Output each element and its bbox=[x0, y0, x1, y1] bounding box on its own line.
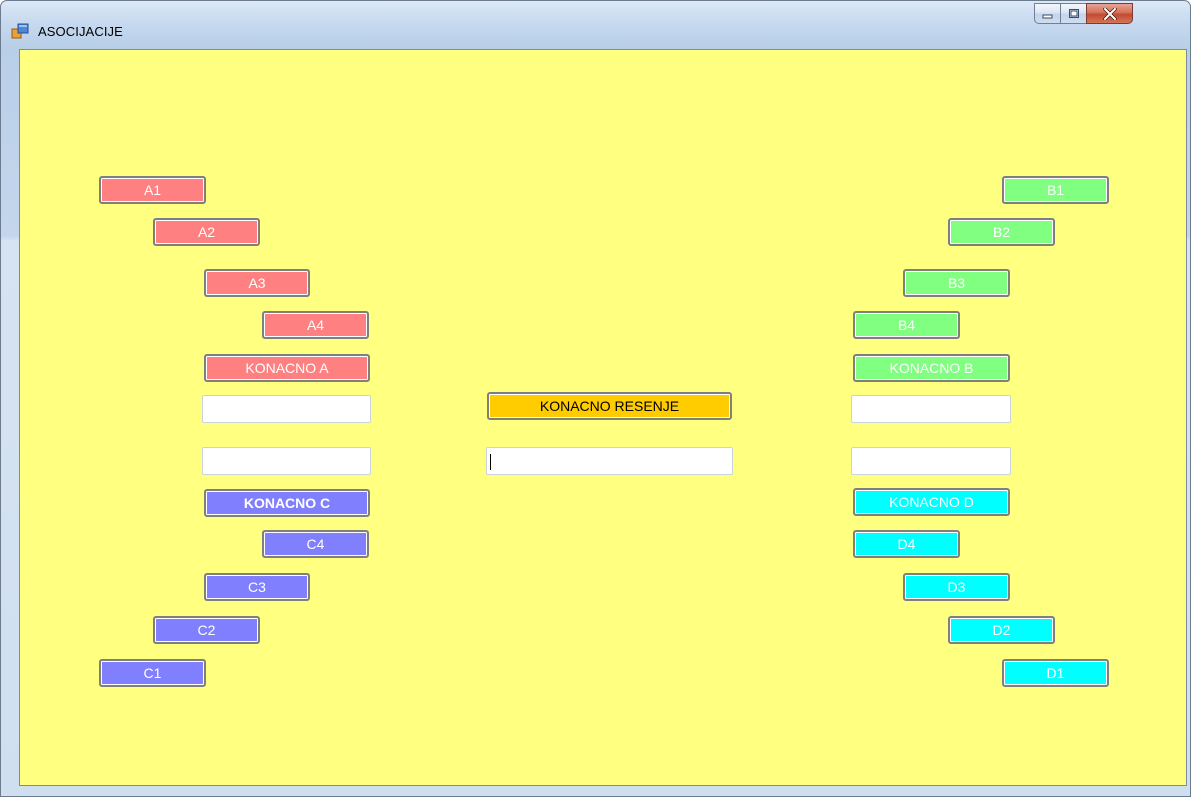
final-c-button[interactable]: KONACNO C bbox=[204, 489, 370, 517]
app-icon bbox=[11, 23, 29, 39]
field-c4[interactable]: C4 bbox=[262, 530, 369, 558]
field-a1[interactable]: A1 bbox=[99, 176, 206, 204]
final-solution-button[interactable]: KONACNO RESENJE bbox=[487, 392, 732, 420]
field-c1[interactable]: C1 bbox=[99, 659, 206, 687]
field-a2[interactable]: A2 bbox=[153, 218, 260, 246]
final-a-button[interactable]: KONACNO A bbox=[204, 354, 370, 382]
answer-d-input[interactable] bbox=[851, 447, 1011, 475]
field-b2[interactable]: B2 bbox=[948, 218, 1055, 246]
field-a3[interactable]: A3 bbox=[204, 269, 310, 297]
close-icon bbox=[1102, 7, 1117, 20]
final-solution-input[interactable] bbox=[486, 447, 733, 475]
final-d-button[interactable]: KONACNO D bbox=[853, 488, 1010, 516]
field-c3[interactable]: C3 bbox=[204, 573, 310, 601]
field-d3[interactable]: D3 bbox=[903, 573, 1010, 601]
minimize-button[interactable] bbox=[1034, 3, 1061, 24]
field-b1[interactable]: B1 bbox=[1002, 176, 1109, 204]
field-d2[interactable]: D2 bbox=[948, 616, 1055, 644]
field-c2[interactable]: C2 bbox=[153, 616, 260, 644]
maximize-icon bbox=[1068, 9, 1079, 18]
game-board: A1 A2 A3 A4 KONACNO A B1 B2 B3 B4 KONACN… bbox=[19, 49, 1187, 786]
field-a4[interactable]: A4 bbox=[262, 311, 369, 339]
close-button[interactable] bbox=[1086, 3, 1133, 24]
answer-a-input[interactable] bbox=[202, 395, 371, 423]
answer-b-input[interactable] bbox=[851, 395, 1011, 423]
title-bar[interactable]: ASOCIJACIJE bbox=[1, 1, 1190, 49]
app-window: ASOCIJACIJE A1 A2 A3 A4 KONACNO A B1 B2 … bbox=[0, 0, 1191, 797]
field-b4[interactable]: B4 bbox=[853, 311, 960, 339]
minimize-icon bbox=[1042, 14, 1052, 18]
field-b3[interactable]: B3 bbox=[903, 269, 1010, 297]
maximize-button[interactable] bbox=[1060, 3, 1087, 24]
final-b-button[interactable]: KONACNO B bbox=[853, 354, 1010, 382]
field-d4[interactable]: D4 bbox=[853, 530, 960, 558]
answer-c-input[interactable] bbox=[202, 447, 371, 475]
window-title: ASOCIJACIJE bbox=[38, 24, 123, 39]
text-caret bbox=[490, 454, 491, 470]
field-d1[interactable]: D1 bbox=[1002, 659, 1109, 687]
